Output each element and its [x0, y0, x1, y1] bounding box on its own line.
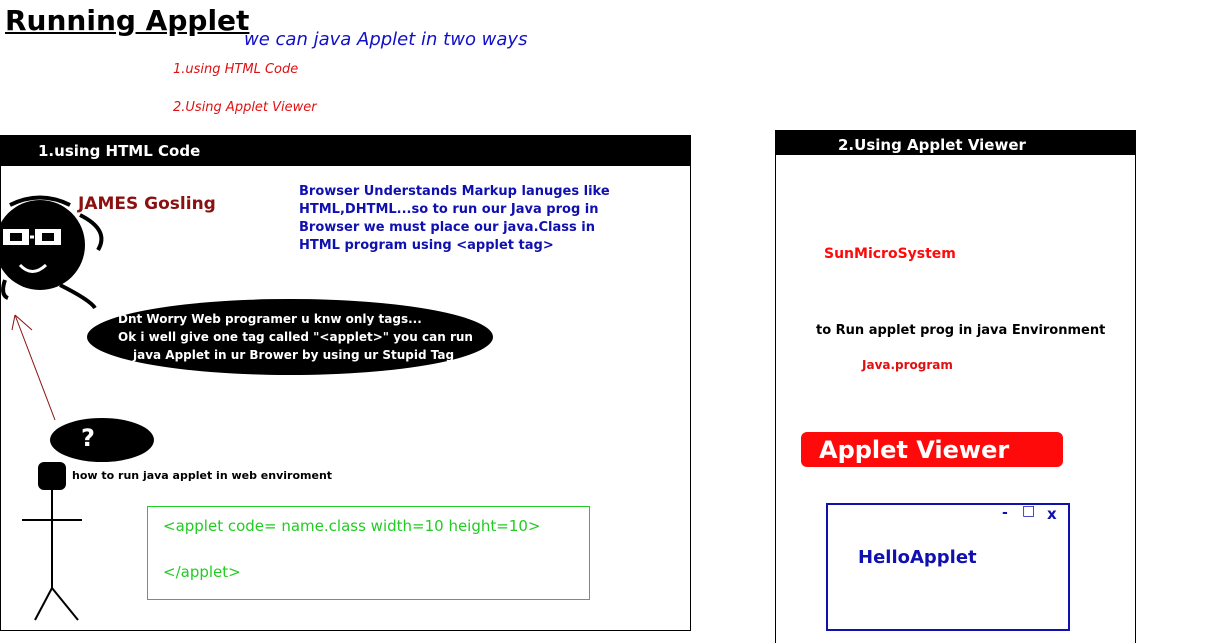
- sun-microsystem-label: SunMicroSystem: [824, 246, 956, 262]
- browser-description: Browser Understands Markup lanuges like …: [299, 183, 629, 255]
- code-open-tag: <applet code= name.class width=10 height…: [163, 517, 541, 535]
- speech-line: Ok i well give one tag called "<applet>"…: [118, 330, 473, 344]
- run-environment-text: to Run applet prog in java Environment: [816, 323, 1106, 338]
- description-line: HTML program using <applet tag>: [299, 238, 554, 253]
- close-icon: x: [1047, 505, 1057, 523]
- description-line: Browser we must place our java.Class in: [299, 220, 595, 235]
- java-program-label: Java.program: [862, 358, 953, 372]
- james-gosling-figure: [0, 195, 104, 310]
- description-line: Browser Understands Markup lanuges like: [299, 184, 610, 199]
- stick-man-figure: [22, 462, 82, 621]
- speech-line: java Applet in ur Brower by using ur Stu…: [133, 348, 455, 362]
- applet-code-box: <applet code= name.class width=10 height…: [147, 506, 590, 600]
- minimize-icon: -: [1002, 505, 1008, 521]
- applet-viewer-bar: Applet Viewer: [801, 432, 1063, 467]
- speech-text: Dnt Worry Web programer u knw only tags.…: [100, 310, 500, 364]
- maximize-icon: □: [1022, 503, 1036, 519]
- james-gosling-label: JAMES Gosling: [78, 194, 216, 214]
- question-mark: ?: [81, 424, 95, 452]
- question-text: how to run java applet in web enviroment: [72, 469, 333, 482]
- question-bubble: [50, 418, 154, 462]
- code-close-tag: </applet>: [163, 563, 241, 581]
- speech-line: Dnt Worry Web programer u knw only tags.…: [118, 312, 422, 326]
- hello-applet-window: - □ x HelloApplet: [826, 503, 1070, 631]
- viewer-panel-heading: 2.Using Applet Viewer: [776, 131, 1135, 155]
- hello-applet-text: HelloApplet: [858, 547, 977, 568]
- description-line: HTML,DHTML...so to run our Java prog in: [299, 202, 599, 217]
- applet-viewer-label: Applet Viewer: [819, 436, 1010, 464]
